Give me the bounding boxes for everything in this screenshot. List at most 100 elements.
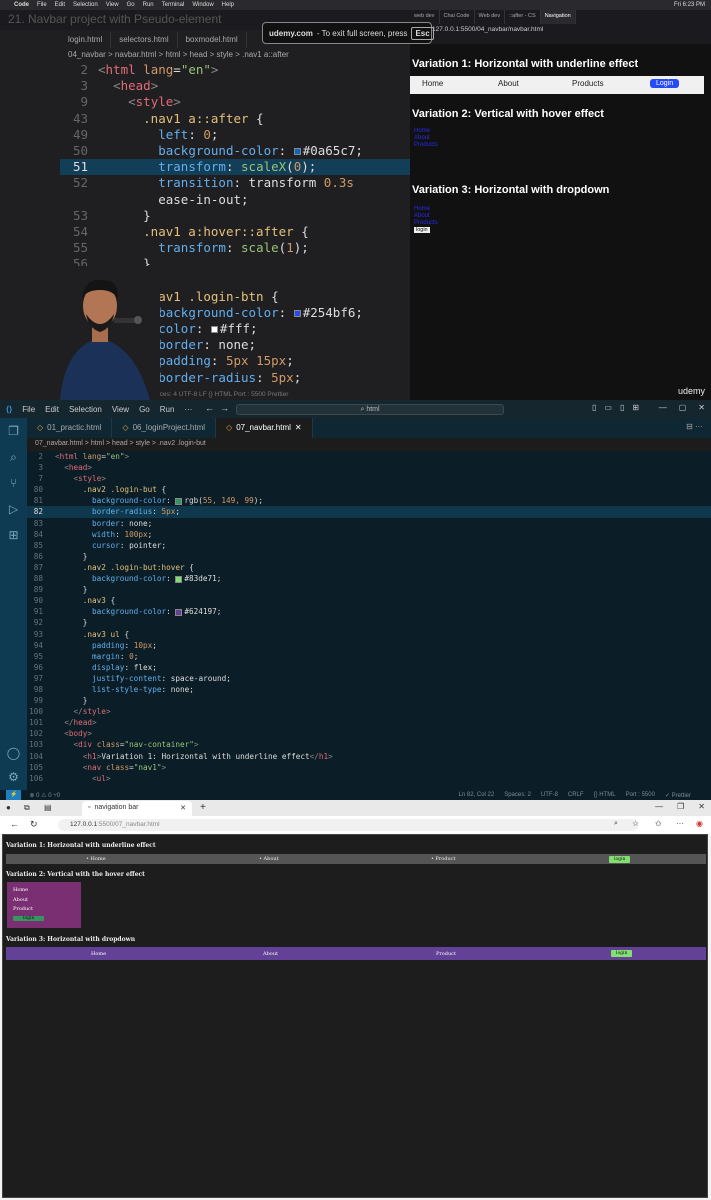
address-bar[interactable]: 127.0.0.1:5500/07_navbar.html: [58, 819, 638, 831]
code-line[interactable]: 52 transition: transform 0.3s: [60, 175, 410, 191]
menu-app-code[interactable]: Code: [14, 2, 29, 8]
menu-run[interactable]: Run: [143, 2, 154, 8]
code-line[interactable]: 97 justify-content: space-around;: [27, 673, 711, 684]
close-tab-icon[interactable]: ✕: [295, 423, 302, 433]
code-line[interactable]: 43 .nav1 a::after {: [60, 111, 410, 127]
menu-terminal[interactable]: Terminal: [162, 2, 185, 8]
code-line[interactable]: 50 background-color: #0a65c7;: [60, 143, 410, 159]
code-line[interactable]: 103 <div class="nav-container">: [27, 739, 711, 750]
encoding[interactable]: UTF-8: [541, 792, 558, 799]
tab-actions-icon[interactable]: ▤: [44, 803, 52, 812]
maximize-icon[interactable]: ▢: [679, 403, 687, 412]
language-mode[interactable]: {} HTML: [594, 792, 616, 799]
tab-01-practic[interactable]: ◇ 01_practic.html: [27, 418, 113, 438]
code-line[interactable]: 2 <html lang="en">: [27, 451, 711, 462]
maximize-icon[interactable]: ❐: [677, 802, 684, 811]
code-line[interactable]: 90 .nav3 {: [27, 595, 711, 606]
split-editor-icon[interactable]: ⊟ ···: [686, 422, 703, 431]
nav-forward-icon[interactable]: →: [220, 403, 229, 413]
nav1-link-about[interactable]: • About: [259, 856, 279, 862]
menu-file[interactable]: File: [37, 2, 47, 8]
nav3-login-button[interactable]: login: [611, 950, 633, 957]
close-icon[interactable]: ✕: [698, 802, 705, 811]
nav2-link-about[interactable]: About: [13, 896, 75, 906]
menu-selection[interactable]: Selection: [73, 2, 98, 8]
cursor-position[interactable]: Ln 82, Col 22: [459, 792, 495, 799]
code-line[interactable]: 95 margin: 0;: [27, 651, 711, 662]
line-ending[interactable]: CRLF: [568, 792, 584, 799]
nav3-link-product[interactable]: Product: [436, 951, 456, 957]
toggle-panel-icon[interactable]: ▭: [604, 403, 612, 412]
favorites-icon[interactable]: ✩: [655, 819, 662, 828]
menu-edit[interactable]: Edit: [45, 405, 59, 414]
code-editor[interactable]: 2 <html lang="en"> 3 <head> 7 <style> 80 .na…: [27, 451, 711, 791]
nav1-link-product[interactable]: • Product: [431, 856, 456, 862]
menu-more[interactable]: ···: [184, 405, 192, 414]
code-line[interactable]: 92 }: [27, 617, 711, 628]
more-icon[interactable]: ···: [676, 819, 684, 828]
nav2-login-button[interactable]: login: [13, 915, 45, 921]
code-line[interactable]: 98 list-style-type: none;: [27, 684, 711, 695]
prettier-status[interactable]: ✓ Prettier: [665, 792, 691, 799]
code-line[interactable]: 7 <style>: [27, 473, 711, 484]
toggle-sidebar-icon[interactable]: ▯: [592, 403, 596, 412]
menu-selection[interactable]: Selection: [69, 405, 102, 414]
code-line[interactable]: 96 display: flex;: [27, 662, 711, 673]
menu-run[interactable]: Run: [160, 405, 175, 414]
code-line[interactable]: 83 border: none;: [27, 518, 711, 529]
gear-icon[interactable]: ⚙: [0, 764, 27, 790]
menu-file[interactable]: File: [22, 405, 35, 414]
code-line[interactable]: 9 <style>: [60, 94, 410, 110]
minimize-icon[interactable]: —: [659, 403, 667, 412]
menu-edit[interactable]: Edit: [55, 2, 65, 8]
breadcrumb[interactable]: 07_navbar.html > html > head > style > .…: [27, 438, 711, 450]
close-icon[interactable]: ✕: [698, 403, 705, 412]
tab-07-navbar[interactable]: ◇ 07_navbar.html ✕: [216, 418, 313, 438]
code-line[interactable]: 53 }: [60, 208, 410, 224]
code-line[interactable]: 85 cursor: pointer;: [27, 540, 711, 551]
profile-icon[interactable]: ●: [6, 803, 11, 812]
code-line[interactable]: 88 background-color: #83de71;: [27, 573, 711, 584]
menu-go[interactable]: Go: [139, 405, 150, 414]
nav3-link-home[interactable]: Home: [91, 951, 106, 957]
menu-view[interactable]: View: [112, 405, 129, 414]
minimize-icon[interactable]: —: [655, 802, 663, 811]
code-line[interactable]: 100 </style>: [27, 706, 711, 717]
code-line[interactable]: 80 .nav2 .login-but {: [27, 484, 711, 495]
favorite-star-icon[interactable]: ☆: [632, 819, 639, 828]
code-line[interactable]: 102 <body>: [27, 728, 711, 739]
nav2-link-home[interactable]: Home: [13, 886, 75, 896]
menu-help[interactable]: Help: [222, 2, 234, 8]
menu-window[interactable]: Window: [192, 2, 213, 8]
code-line[interactable]: 105 <nav class="nav1">: [27, 762, 711, 773]
customize-layout-icon[interactable]: ⊞: [632, 403, 639, 412]
code-line[interactable]: 81 background-color: rgb(55, 149, 99);: [27, 495, 711, 506]
run-debug-icon[interactable]: ▷: [0, 496, 27, 522]
nav-back-icon[interactable]: ←: [205, 403, 214, 413]
account-icon[interactable]: ◯: [0, 740, 27, 766]
code-line[interactable]: 86 }: [27, 551, 711, 562]
code-line[interactable]: 84 width: 100px;: [27, 529, 711, 540]
browser-tab-navigation-bar[interactable]: ▫ navigation bar ✕: [82, 801, 192, 816]
code-line[interactable]: 51 transform: scaleX(0);: [60, 159, 410, 176]
tab-06-loginproject[interactable]: ◇ 06_loginProject.html: [112, 418, 217, 438]
zoom-icon[interactable]: ⌕: [614, 820, 618, 828]
source-control-icon[interactable]: ⑂: [0, 470, 27, 496]
code-line[interactable]: 3 <head>: [27, 462, 711, 473]
code-line[interactable]: 49 left: 0;: [60, 127, 410, 143]
extensions-icon[interactable]: ⊞: [0, 522, 27, 548]
menu-view[interactable]: View: [106, 2, 119, 8]
code-line[interactable]: 3 <head>: [60, 78, 410, 94]
code-line[interactable]: 54 .nav1 a:hover::after {: [60, 224, 410, 240]
menu-go[interactable]: Go: [127, 2, 135, 8]
close-tab-icon[interactable]: ✕: [180, 804, 186, 813]
live-server-port[interactable]: Port : 5500: [626, 792, 655, 799]
explorer-icon[interactable]: ❐: [0, 418, 27, 444]
code-line[interactable]: 82 border-radius: 5px;: [27, 506, 711, 518]
workspaces-icon[interactable]: ⧉: [24, 803, 30, 813]
nav1-link-home[interactable]: • Home: [86, 856, 106, 862]
nav1-login-button[interactable]: login: [609, 856, 631, 863]
code-line[interactable]: 99 }: [27, 695, 711, 706]
code-line[interactable]: 55 transform: scale(1);: [60, 240, 410, 256]
back-icon[interactable]: ←: [10, 819, 19, 829]
